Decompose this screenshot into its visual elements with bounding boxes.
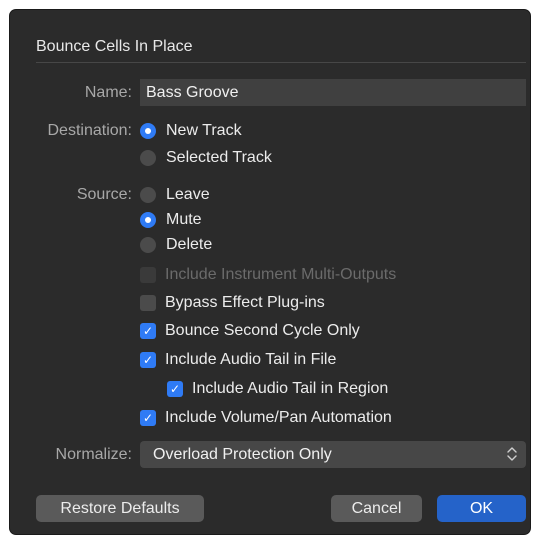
radio-leave[interactable]: Leave [140,186,210,204]
radio-label: Delete [166,236,213,253]
radio-button-selected[interactable] [140,123,156,139]
checkbox-include-audio-tail-in-region[interactable]: ✓ Include Audio Tail in Region [167,380,388,398]
checkbox-label: Include Audio Tail in File [165,351,337,368]
normalize-popup[interactable]: Overload Protection Only [140,441,526,468]
radio-selected-track[interactable]: Selected Track [140,149,272,167]
checkbox-label: Bounce Second Cycle Only [165,322,360,339]
ok-button[interactable]: OK [437,495,526,522]
checkbox-label: Include Instrument Multi-Outputs [165,266,397,283]
checkbox-label: Include Volume/Pan Automation [165,409,392,426]
source-label: Source: [76,186,132,203]
checkbox [140,267,156,283]
radio-new-track[interactable]: New Track [140,122,242,140]
radio-label: Leave [166,186,210,203]
radio-mute[interactable]: Mute [140,211,202,229]
radio-button[interactable] [140,187,156,203]
checkbox[interactable] [140,295,156,311]
checkbox-include-instrument-multi-outputs: Include Instrument Multi-Outputs [140,266,396,284]
cancel-button[interactable]: Cancel [331,495,422,522]
dialog-title: Bounce Cells In Place [36,38,193,55]
updown-chevron-icon [507,447,517,461]
checkmark-icon[interactable]: ✓ [167,381,183,397]
radio-label: Mute [166,211,202,228]
checkbox-bounce-second-cycle-only[interactable]: ✓ Bounce Second Cycle Only [140,322,360,340]
checkbox-label: Bypass Effect Plug-ins [165,294,325,311]
radio-label: New Track [166,122,242,139]
normalize-label: Normalize: [55,446,132,463]
name-label: Name: [84,84,132,101]
radio-delete[interactable]: Delete [140,236,212,254]
checkmark-icon[interactable]: ✓ [140,410,156,426]
radio-button[interactable] [140,150,156,166]
checkbox-include-audio-tail-in-file[interactable]: ✓ Include Audio Tail in File [140,351,336,369]
radio-label: Selected Track [166,149,272,166]
destination-label: Destination: [47,122,133,139]
checkmark-icon[interactable]: ✓ [140,352,156,368]
normalize-value: Overload Protection Only [153,445,332,463]
radio-button[interactable] [140,237,156,253]
radio-button-selected[interactable] [140,212,156,228]
checkbox-include-volume-pan-automation[interactable]: ✓ Include Volume/Pan Automation [140,409,392,427]
checkbox-label: Include Audio Tail in Region [192,380,389,397]
checkmark-icon[interactable]: ✓ [140,323,156,339]
checkbox-bypass-effect-plugins[interactable]: Bypass Effect Plug-ins [140,294,325,312]
title-divider [36,62,526,63]
restore-defaults-button[interactable]: Restore Defaults [36,495,204,522]
name-field[interactable] [140,79,526,106]
